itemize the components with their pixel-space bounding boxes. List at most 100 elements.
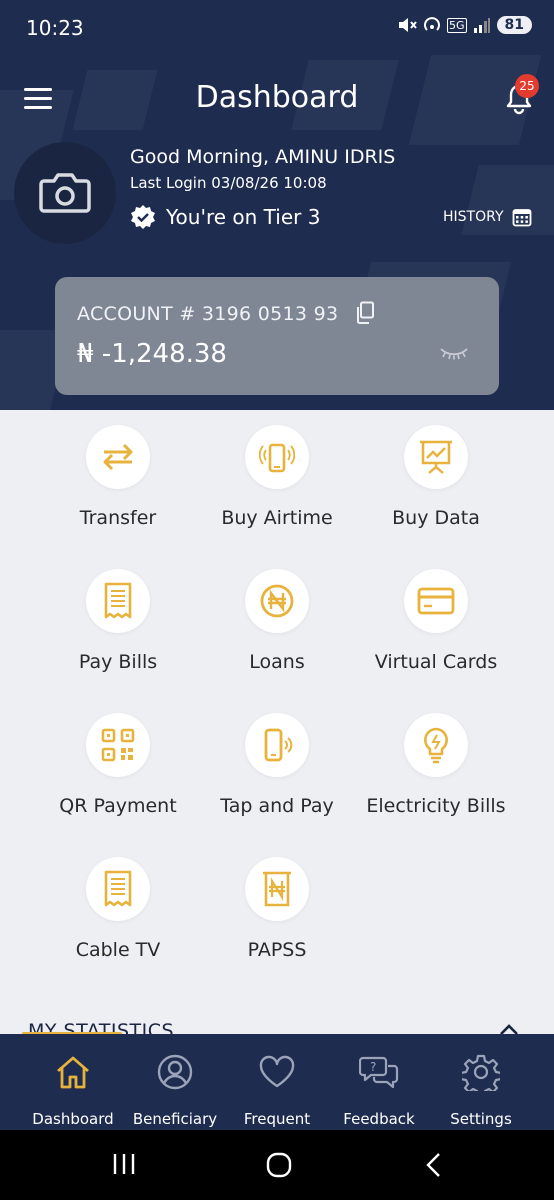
credit-card-icon	[417, 587, 455, 615]
service-label: PAPSS	[247, 939, 307, 961]
phone-ringing-icon	[259, 443, 295, 473]
greeting-text: Good Morning, AMINU IDRIS	[130, 146, 396, 168]
status-bar: 10:23 5G 81	[0, 0, 554, 56]
nav-icon-wrap	[120, 1052, 230, 1092]
service-icon-wrap	[404, 569, 468, 633]
service-icon-wrap	[245, 425, 309, 489]
back-button[interactable]	[424, 1152, 444, 1182]
naira-receipt-icon	[263, 871, 291, 907]
service-cable-tv[interactable]: Cable TV	[28, 857, 208, 961]
statistics-collapse-toggle[interactable]	[498, 1022, 520, 1034]
notification-badge: 25	[515, 74, 539, 98]
service-icon-wrap	[86, 569, 150, 633]
home-circle-icon	[266, 1152, 292, 1178]
mute-icon	[398, 18, 417, 32]
calendar-icon	[512, 209, 531, 227]
bottom-navigation: Dashboard Beneficiary Frequent ? Feedbac…	[0, 1034, 554, 1130]
copy-icon	[357, 301, 374, 324]
copy-account-button[interactable]	[355, 301, 375, 329]
nav-label: Settings	[450, 1110, 512, 1128]
service-papss[interactable]: PAPSS	[187, 857, 367, 961]
nav-icon-wrap: ?	[324, 1052, 434, 1092]
verified-badge-icon	[131, 205, 155, 229]
nav-feedback[interactable]: ? Feedback	[324, 1052, 434, 1128]
receipt-icon	[104, 870, 132, 907]
last-login-text: Last Login 03/08/26 10:08	[130, 174, 327, 192]
transfer-arrows-icon	[103, 443, 133, 471]
system-navigation-bar	[0, 1130, 554, 1200]
dashboard-header: 10:23 5G 81 Dashboard 25 Good Morning, A…	[0, 0, 554, 410]
service-label: Tap and Pay	[220, 795, 334, 817]
service-buy-data[interactable]: Buy Data	[346, 425, 526, 529]
page-title: Dashboard	[195, 80, 359, 115]
service-label: QR Payment	[59, 795, 177, 817]
network-type: 5G	[446, 17, 467, 33]
status-time: 10:23	[26, 16, 84, 40]
services-section: Transfer Buy Airtime Buy Data Pay Bills …	[0, 410, 554, 1034]
history-label: HISTORY	[443, 209, 504, 225]
service-pay-bills[interactable]: Pay Bills	[28, 569, 208, 673]
gear-icon	[462, 1054, 500, 1091]
avatar[interactable]	[14, 142, 116, 244]
signal-icon	[473, 18, 490, 33]
nav-label: Frequent	[243, 1110, 311, 1128]
heart-icon	[259, 1055, 295, 1088]
nav-settings[interactable]: Settings	[426, 1052, 536, 1128]
svg-text:?: ?	[370, 1060, 376, 1074]
receipt-icon	[104, 582, 132, 619]
naira-coin-icon	[260, 584, 294, 618]
chevron-up-icon	[500, 1024, 518, 1034]
contactless-phone-icon	[264, 728, 293, 762]
nav-icon-wrap	[222, 1052, 332, 1092]
recent-apps-button[interactable]	[112, 1152, 136, 1180]
nav-label: Dashboard	[32, 1110, 114, 1128]
history-button[interactable]: HISTORY	[443, 207, 532, 227]
service-label: Transfer	[79, 507, 157, 529]
service-icon-wrap	[404, 713, 468, 777]
service-label: Electricity Bills	[366, 795, 506, 817]
nav-dashboard[interactable]: Dashboard	[18, 1052, 128, 1128]
service-buy-airtime[interactable]: Buy Airtime	[187, 425, 367, 529]
recent-apps-icon	[113, 1154, 135, 1174]
service-virtual-cards[interactable]: Virtual Cards	[346, 569, 526, 673]
nav-beneficiary[interactable]: Beneficiary	[120, 1052, 230, 1128]
hotspot-icon	[424, 17, 440, 31]
presentation-chart-icon	[420, 440, 452, 474]
account-number: ACCOUNT # 3196 0513 93	[77, 303, 339, 325]
qr-code-icon	[101, 728, 135, 762]
top-bar: Dashboard	[0, 70, 554, 130]
user-circle-icon	[157, 1054, 193, 1090]
service-label: Buy Airtime	[221, 507, 333, 529]
service-label: Virtual Cards	[374, 651, 498, 673]
service-icon-wrap	[245, 857, 309, 921]
hide-balance-toggle[interactable]	[439, 345, 469, 365]
tier-text: You're on Tier 3	[166, 205, 321, 229]
service-icon-wrap	[245, 569, 309, 633]
nav-label: Feedback	[343, 1110, 415, 1128]
service-icon-wrap	[404, 425, 468, 489]
nav-frequent[interactable]: Frequent	[222, 1052, 332, 1128]
camera-icon	[39, 173, 91, 213]
service-transfer[interactable]: Transfer	[28, 425, 208, 529]
service-icon-wrap	[245, 713, 309, 777]
account-balance: ₦ -1,248.38	[77, 339, 227, 369]
account-card: ACCOUNT # 3196 0513 93 ₦ -1,248.38	[55, 277, 499, 395]
service-tap-and-pay[interactable]: Tap and Pay	[187, 713, 367, 817]
service-label: Loans	[249, 651, 305, 673]
service-qr-payment[interactable]: QR Payment	[28, 713, 208, 817]
home-system-button[interactable]	[266, 1152, 292, 1182]
chat-question-icon: ?	[359, 1056, 399, 1089]
service-loans[interactable]: Loans	[187, 569, 367, 673]
service-electricity-bills[interactable]: Electricity Bills	[346, 713, 526, 817]
service-icon-wrap	[86, 857, 150, 921]
service-icon-wrap	[86, 713, 150, 777]
nav-icon-wrap	[18, 1052, 128, 1092]
service-label: Cable TV	[75, 939, 161, 961]
nav-icon-wrap	[426, 1052, 536, 1092]
tier-status: You're on Tier 3	[130, 204, 320, 230]
eye-closed-icon	[440, 348, 468, 360]
service-label: Pay Bills	[78, 651, 158, 673]
nav-label: Beneficiary	[132, 1110, 218, 1128]
service-label: Buy Data	[392, 507, 480, 529]
battery-indicator: 81	[496, 16, 532, 34]
